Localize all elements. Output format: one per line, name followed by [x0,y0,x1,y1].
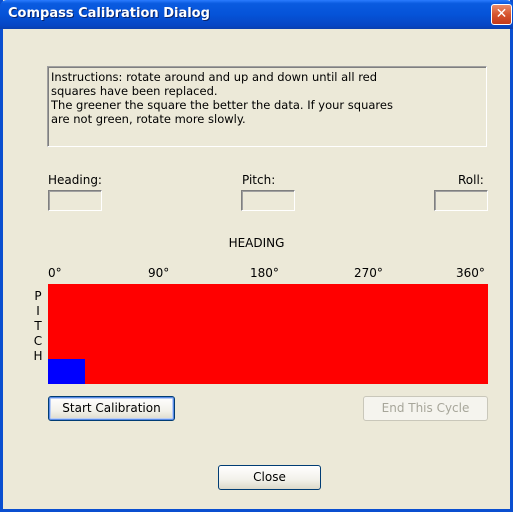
roll-label: Roll: [458,173,484,187]
heading-value-field [48,190,102,211]
pitch-axis-letter: T [34,319,42,333]
heading-tick-label: 0° [48,266,62,280]
pitch-axis-letter: I [36,304,40,318]
calibrated-cell [48,359,85,384]
grid-heading-title: HEADING [228,236,285,250]
close-window-icon[interactable]: ✕ [491,4,512,25]
end-cycle-button[interactable]: End This Cycle [363,396,488,421]
pitch-label: Pitch: [242,173,276,187]
pitch-value-field [241,190,295,211]
window-title: Compass Calibration Dialog [8,6,210,21]
instructions-line: are not green, rotate more slowly. [51,112,246,126]
heading-label: Heading: [48,173,102,187]
roll-value-field [434,190,488,211]
calibration-grid [48,284,488,384]
instructions-line: The greener the square the better the da… [51,98,393,112]
pitch-axis-letter: P [34,289,42,303]
close-button[interactable]: Close [218,465,321,490]
pitch-axis-letter: H [33,349,43,363]
heading-tick-label: 360° [456,266,485,280]
instructions-box: Instructions: rotate around and up and d… [47,66,487,147]
start-calibration-button[interactable]: Start Calibration [48,396,175,421]
heading-tick-label: 270° [354,266,383,280]
heading-tick-label: 90° [148,266,170,280]
pitch-axis-letter: C [33,334,43,348]
heading-tick-label: 180° [250,266,279,280]
title-bar[interactable]: Compass Calibration Dialog ✕ [0,0,513,29]
instructions-line: squares have been replaced. [51,84,218,98]
instructions-line: Instructions: rotate around and up and d… [51,70,378,84]
